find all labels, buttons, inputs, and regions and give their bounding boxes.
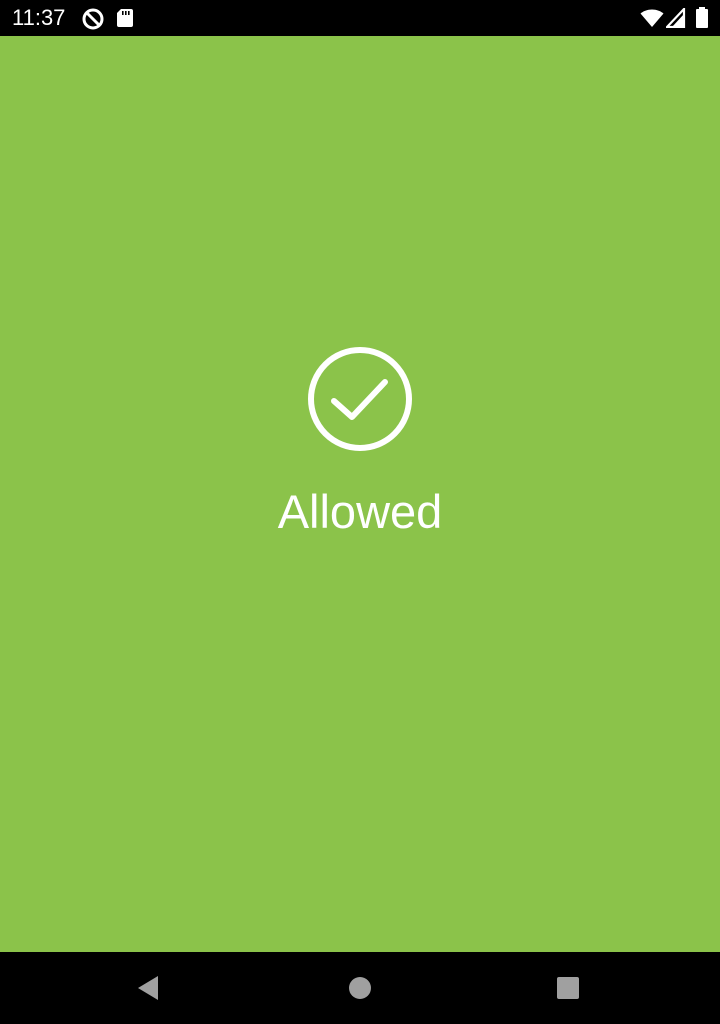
result-panel: Allowed (0, 346, 720, 539)
sd-card-icon (116, 8, 134, 28)
battery-icon (695, 6, 709, 30)
status-time: 11:37 (12, 5, 66, 30)
check-circle-icon (307, 346, 413, 452)
cell-signal-icon (666, 8, 686, 28)
back-icon[interactable] (132, 972, 164, 1004)
home-icon[interactable] (344, 972, 376, 1004)
vpn-icon (81, 7, 105, 31)
screen: 11:37 Allowed (0, 0, 720, 1024)
result-screen: Allowed (0, 36, 720, 952)
navigation-bar (0, 952, 720, 1024)
result-label: Allowed (277, 485, 443, 538)
recents-icon[interactable] (552, 972, 584, 1004)
wifi-icon (640, 8, 664, 28)
status-bar: 11:37 (0, 0, 720, 36)
